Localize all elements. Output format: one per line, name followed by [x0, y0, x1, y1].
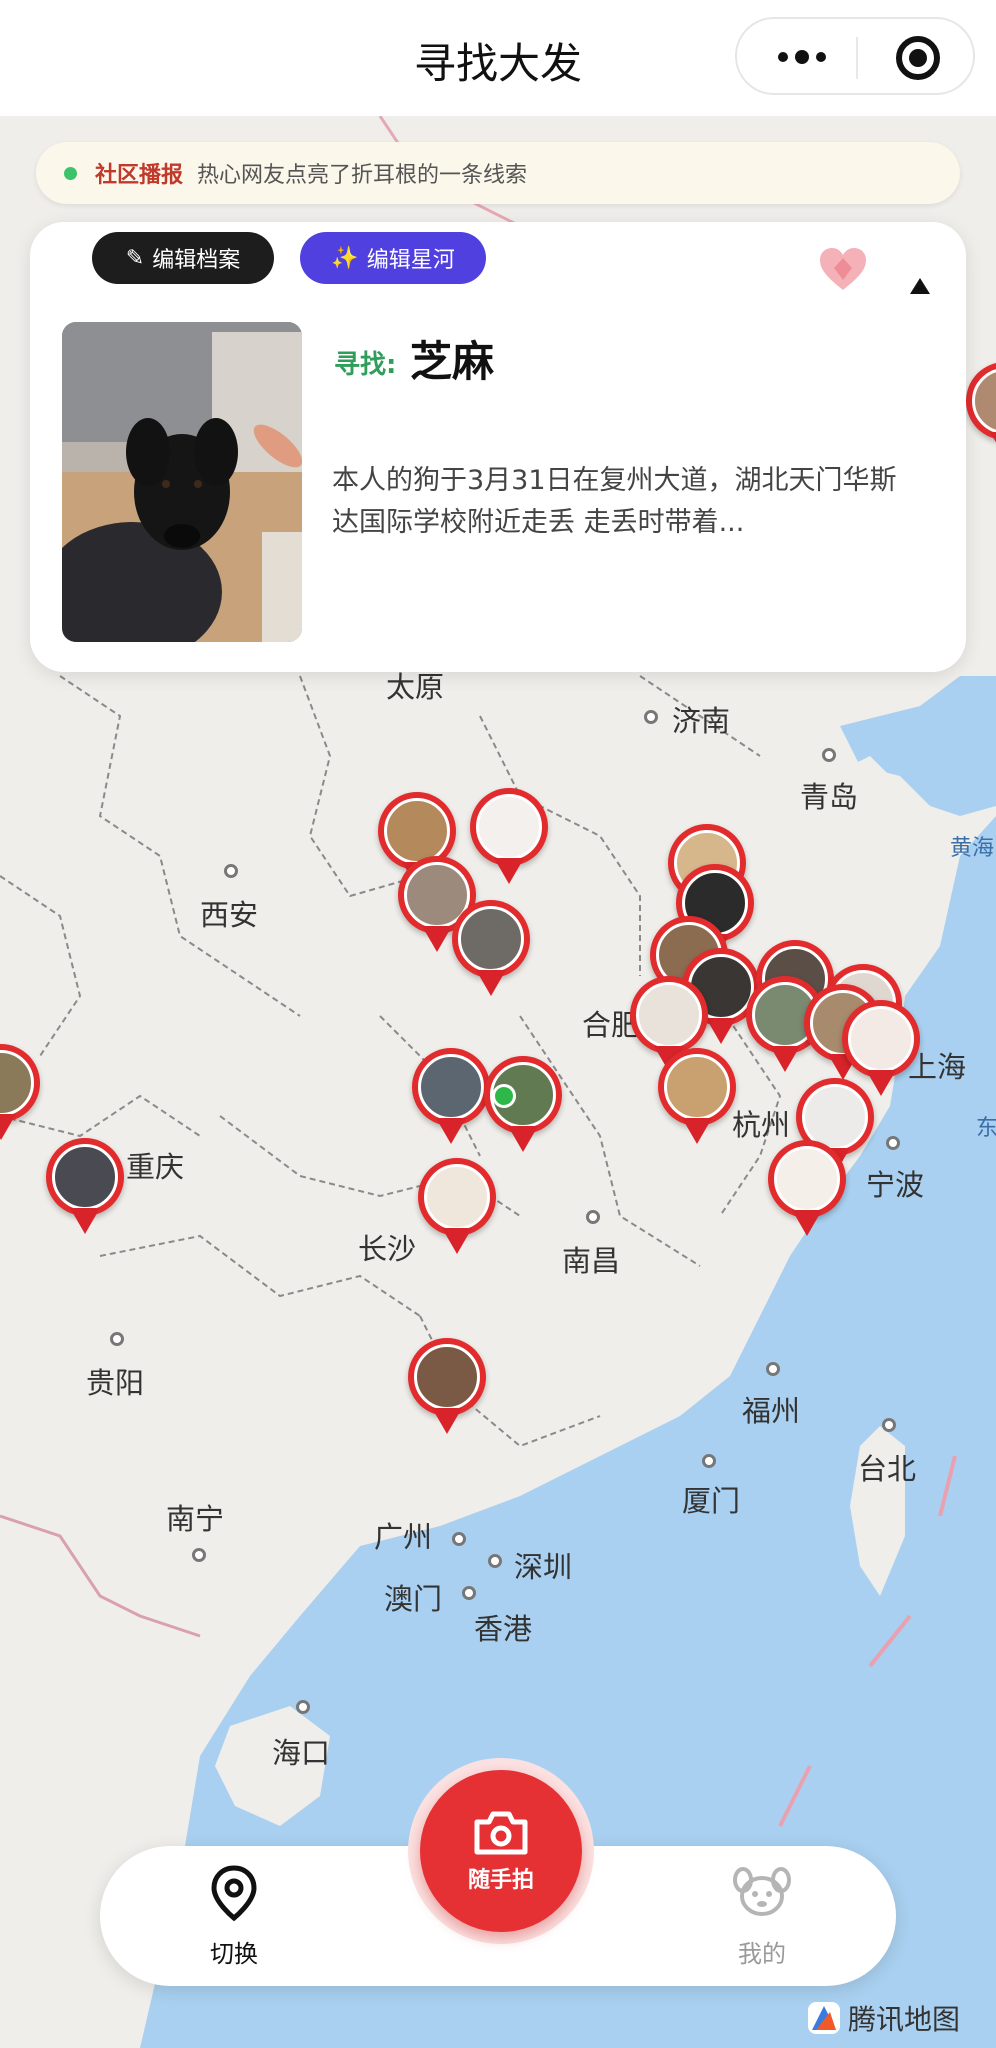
city-dot	[488, 1554, 502, 1568]
city-guangzhou: 广州	[374, 1520, 433, 1554]
lost-pet-pin[interactable]	[452, 900, 530, 1004]
city-macau: 澳门	[384, 1582, 443, 1616]
broadcast-text: 热心网友点亮了折耳根的一条线索	[197, 163, 528, 188]
city-qingdao: 青岛	[800, 780, 859, 814]
map-attribution: 腾讯地图	[806, 1998, 960, 2038]
tab-switch[interactable]: 切换	[164, 1864, 304, 1969]
city-taipei: 台北	[858, 1452, 917, 1486]
city-changsha: 长沙	[358, 1232, 417, 1266]
sea-label-east: 东	[976, 1116, 996, 1141]
find-label: 寻找:	[334, 350, 397, 380]
snapshot-button[interactable]: 随手拍	[420, 1770, 582, 1932]
city-dot	[766, 1362, 780, 1376]
top-nav-bar: 寻找大发	[0, 0, 996, 116]
tab-mine[interactable]: 我的	[692, 1864, 832, 1969]
lost-pet-pin[interactable]	[484, 1056, 562, 1160]
city-dot	[586, 1210, 600, 1224]
city-dot	[452, 1532, 466, 1546]
city-dot	[110, 1332, 124, 1346]
sea-label-huanghai: 黄海	[950, 836, 995, 861]
capsule-divider	[856, 37, 858, 79]
lost-pet-pin[interactable]	[408, 1338, 486, 1442]
city-dot	[886, 1136, 900, 1150]
city-nanning: 南宁	[166, 1502, 225, 1536]
city-dot	[224, 864, 238, 878]
close-target-icon[interactable]	[896, 36, 940, 80]
status-dot	[64, 166, 77, 180]
city-dot	[702, 1454, 716, 1468]
mini-program-capsule	[735, 17, 975, 95]
map-pin-icon	[211, 1865, 257, 1922]
city-guiyang: 贵阳	[86, 1366, 145, 1400]
city-xiamen: 厦门	[682, 1484, 741, 1518]
dog-face-icon	[733, 1867, 791, 1916]
broadcast-tag: 社区播报	[95, 163, 184, 188]
tencent-map-logo-icon	[808, 2002, 840, 2034]
lost-pet-card[interactable]: ✎ 编辑档案 ✨ 编辑星河 寻找: 芝麻 本人的狗于3月31日在复州大道，湖北天…	[30, 222, 966, 672]
community-broadcast-bar[interactable]: 社区播报 热心网友点亮了折耳根的一条线索	[36, 142, 960, 204]
lost-pet-pin[interactable]	[0, 1044, 40, 1148]
camera-icon	[474, 1811, 528, 1855]
pet-name: 芝麻	[410, 337, 495, 386]
lost-pet-pin[interactable]	[658, 1048, 736, 1152]
tab-mine-label: 我的	[738, 1940, 786, 1968]
city-haikou: 海口	[272, 1736, 331, 1770]
heart-icon[interactable]	[818, 246, 868, 292]
more-icon[interactable]	[767, 39, 837, 75]
lost-pet-pin[interactable]	[470, 788, 548, 892]
lost-pet-pin[interactable]	[966, 362, 996, 466]
city-dot	[882, 1418, 896, 1432]
edit-archive-label: 编辑档案	[152, 248, 241, 273]
lost-pet-pin[interactable]	[412, 1048, 490, 1152]
edit-galaxy-label: 编辑星河	[366, 248, 455, 273]
city-dot	[644, 710, 658, 724]
city-shenzhen: 深圳	[514, 1550, 573, 1584]
city-nanchang: 南昌	[562, 1244, 621, 1278]
edit-archive-button[interactable]: ✎ 编辑档案	[92, 232, 274, 284]
snapshot-button-halo: 随手拍	[408, 1758, 594, 1944]
edit-galaxy-button[interactable]: ✨ 编辑星河	[300, 232, 486, 284]
city-chongqing: 重庆	[126, 1150, 185, 1184]
lost-pet-pin[interactable]	[418, 1158, 496, 1262]
city-xian: 西安	[200, 898, 259, 932]
city-dot	[296, 1700, 310, 1714]
current-location-marker	[492, 1084, 516, 1108]
lost-pet-pin[interactable]	[768, 1140, 846, 1244]
pet-photo-image	[62, 322, 302, 642]
pet-description: 本人的狗于3月31日在复州大道，湖北天门华斯达国际学校附近走丢 走丢时带着...	[332, 465, 897, 538]
attribution-text: 腾讯地图	[848, 2003, 961, 2036]
pet-photo[interactable]	[62, 322, 302, 642]
city-ningbo: 宁波	[866, 1168, 925, 1202]
sparkle-icon: ✨	[331, 245, 359, 271]
city-jinan: 济南	[672, 704, 731, 738]
lost-pet-pin[interactable]	[46, 1138, 124, 1242]
city-hongkong: 香港	[474, 1612, 533, 1646]
tab-switch-label: 切换	[210, 1940, 258, 1968]
pencil-icon: ✎	[125, 245, 145, 271]
city-hangzhou: 杭州	[732, 1108, 791, 1142]
city-dot	[822, 748, 836, 762]
city-fuzhou: 福州	[742, 1394, 801, 1428]
city-dot	[192, 1548, 206, 1562]
collapse-arrow-icon[interactable]	[910, 278, 930, 294]
snapshot-label: 随手拍	[467, 1868, 534, 1893]
city-dot	[462, 1586, 476, 1600]
